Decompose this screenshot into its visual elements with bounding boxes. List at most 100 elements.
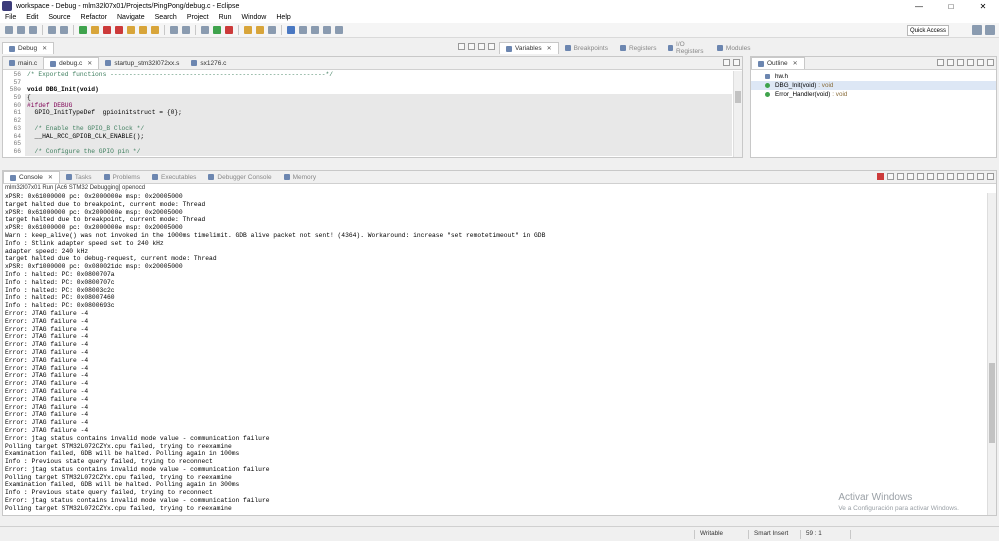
menu-window[interactable]: Window bbox=[236, 14, 271, 21]
terminate-icon[interactable] bbox=[103, 26, 111, 34]
code-line[interactable]: 59{ bbox=[3, 94, 732, 102]
tab-outline[interactable]: Outline ✕ bbox=[751, 57, 805, 69]
minimize-button[interactable]: — bbox=[903, 0, 935, 12]
tab-console[interactable]: Console ✕ bbox=[3, 171, 60, 183]
menu-help[interactable]: Help bbox=[271, 14, 295, 21]
menu-edit[interactable]: Edit bbox=[21, 14, 43, 21]
settings-icon[interactable] bbox=[201, 26, 209, 34]
toggle-mark-icon[interactable] bbox=[287, 26, 295, 34]
word-wrap-icon[interactable] bbox=[927, 173, 934, 180]
view-menu-icon[interactable] bbox=[967, 59, 974, 66]
tab-problems[interactable]: Problems bbox=[98, 171, 146, 183]
quick-access-field[interactable]: Quick Access bbox=[907, 25, 949, 36]
outline-item-hw-h[interactable]: hw.h bbox=[751, 72, 996, 81]
next-annotation-icon[interactable] bbox=[299, 26, 307, 34]
menu-search[interactable]: Search bbox=[150, 14, 182, 21]
resume-icon[interactable] bbox=[79, 26, 87, 34]
terminate-icon[interactable] bbox=[877, 173, 884, 180]
clear-console-icon[interactable] bbox=[907, 173, 914, 180]
tab-debug[interactable]: Debug ✕ bbox=[2, 42, 55, 54]
tab-tasks[interactable]: Tasks bbox=[60, 171, 98, 183]
save-all-icon[interactable] bbox=[29, 26, 37, 34]
tab-startup-s[interactable]: startup_stm32l072xx.s bbox=[99, 57, 185, 69]
minimize-view-icon[interactable] bbox=[977, 59, 984, 66]
console-scrollbar[interactable] bbox=[987, 193, 996, 515]
pin-console-icon[interactable] bbox=[947, 173, 954, 180]
maximize-button[interactable]: □ bbox=[935, 0, 967, 12]
scroll-lock-icon[interactable] bbox=[917, 173, 924, 180]
sort-icon[interactable] bbox=[937, 59, 944, 66]
tab-io-registers[interactable]: I/O Registers bbox=[662, 41, 710, 55]
forward-icon[interactable] bbox=[335, 26, 343, 34]
open-folder-icon[interactable] bbox=[244, 26, 252, 34]
code-line[interactable]: 58⊖ void DBG_Init(void) bbox=[3, 86, 732, 95]
code-line[interactable]: 56/* Exported functions ----------------… bbox=[3, 71, 732, 79]
tab-debugger-console[interactable]: Debugger Console bbox=[202, 171, 277, 183]
restart-icon[interactable] bbox=[182, 26, 190, 34]
minimize-view-icon[interactable] bbox=[977, 173, 984, 180]
code-area[interactable]: 56/* Exported functions ----------------… bbox=[3, 71, 732, 157]
maximize-view-icon[interactable] bbox=[987, 59, 994, 66]
tab-registers[interactable]: Registers bbox=[614, 42, 662, 54]
outline-item-dbg-init[interactable]: DBG_Init(void) : void bbox=[751, 81, 996, 90]
code-line[interactable]: 66 /* Configure the GPIO pin */ bbox=[3, 147, 732, 156]
menu-run[interactable]: Run bbox=[214, 14, 237, 21]
tab-memory[interactable]: Memory bbox=[278, 171, 322, 183]
menu-refactor[interactable]: Refactor bbox=[76, 14, 112, 21]
open-console-icon[interactable] bbox=[967, 173, 974, 180]
step-return-icon[interactable] bbox=[151, 26, 159, 34]
minimize-view-icon[interactable] bbox=[478, 43, 485, 50]
close-icon[interactable]: ✕ bbox=[793, 60, 798, 67]
menu-source[interactable]: Source bbox=[43, 14, 75, 21]
code-line[interactable]: 64 __HAL_RCC_GPIOB_CLK_ENABLE(); bbox=[3, 132, 732, 141]
scrollbar-thumb[interactable] bbox=[735, 91, 741, 103]
maximize-view-icon[interactable] bbox=[733, 59, 740, 66]
external-tools-icon[interactable] bbox=[225, 26, 233, 34]
tab-sx1276-c[interactable]: sx1276.c bbox=[185, 57, 232, 69]
menu-file[interactable]: File bbox=[0, 14, 21, 21]
tab-debug-c[interactable]: debug.c ✕ bbox=[43, 57, 100, 69]
outline-item-error-handler[interactable]: Error_Handler(void) : void bbox=[751, 90, 996, 99]
code-line[interactable]: 57 bbox=[3, 78, 732, 87]
close-button[interactable]: ✕ bbox=[967, 0, 999, 12]
close-icon[interactable]: ✕ bbox=[547, 45, 552, 52]
show-on-output-icon[interactable] bbox=[937, 173, 944, 180]
minimize-view-icon[interactable] bbox=[723, 59, 730, 66]
code-line[interactable]: 61 GPIO_InitTypeDef gpioinitstruct = {0}… bbox=[3, 109, 732, 118]
debug-perspective-icon[interactable] bbox=[985, 25, 995, 35]
toolbar-icon[interactable] bbox=[458, 43, 465, 50]
code-line[interactable]: 65 bbox=[3, 140, 732, 148]
remove-launch-icon[interactable] bbox=[887, 173, 894, 180]
new-icon[interactable] bbox=[5, 26, 13, 34]
console-output[interactable]: xPSR: 0x61000000 pc: 0x2000000e msp: 0x2… bbox=[3, 193, 986, 515]
instruction-stepping-icon[interactable] bbox=[170, 26, 178, 34]
code-line[interactable]: 63 /* Enable the GPIO_B Clock */ bbox=[3, 124, 732, 133]
hide-fields-icon[interactable] bbox=[947, 59, 954, 66]
view-menu-icon[interactable] bbox=[468, 43, 475, 50]
menu-project[interactable]: Project bbox=[182, 14, 214, 21]
search-icon[interactable] bbox=[268, 26, 276, 34]
tab-breakpoints[interactable]: Breakpoints bbox=[559, 42, 614, 54]
close-icon[interactable]: ✕ bbox=[87, 60, 92, 67]
skip-breakpoints-icon[interactable] bbox=[60, 26, 68, 34]
maximize-view-icon[interactable] bbox=[488, 43, 495, 50]
tab-modules[interactable]: Modules bbox=[711, 42, 757, 54]
hide-static-icon[interactable] bbox=[957, 59, 964, 66]
step-over-icon[interactable] bbox=[139, 26, 147, 34]
open-type-icon[interactable] bbox=[256, 26, 264, 34]
back-icon[interactable] bbox=[323, 26, 331, 34]
step-into-icon[interactable] bbox=[127, 26, 135, 34]
editor-scrollbar[interactable] bbox=[733, 71, 742, 157]
tab-main-c[interactable]: main.c bbox=[3, 57, 43, 69]
maximize-view-icon[interactable] bbox=[987, 173, 994, 180]
close-icon[interactable]: ✕ bbox=[48, 174, 53, 181]
disconnect-icon[interactable] bbox=[115, 26, 123, 34]
tab-executables[interactable]: Executables bbox=[146, 171, 202, 183]
close-icon[interactable]: ✕ bbox=[42, 45, 47, 52]
menu-navigate[interactable]: Navigate bbox=[112, 14, 150, 21]
previous-annotation-icon[interactable] bbox=[311, 26, 319, 34]
cpp-perspective-icon[interactable] bbox=[972, 25, 982, 35]
display-console-icon[interactable] bbox=[957, 173, 964, 180]
save-icon[interactable] bbox=[17, 26, 25, 34]
tab-variables[interactable]: Variables ✕ bbox=[499, 42, 559, 54]
